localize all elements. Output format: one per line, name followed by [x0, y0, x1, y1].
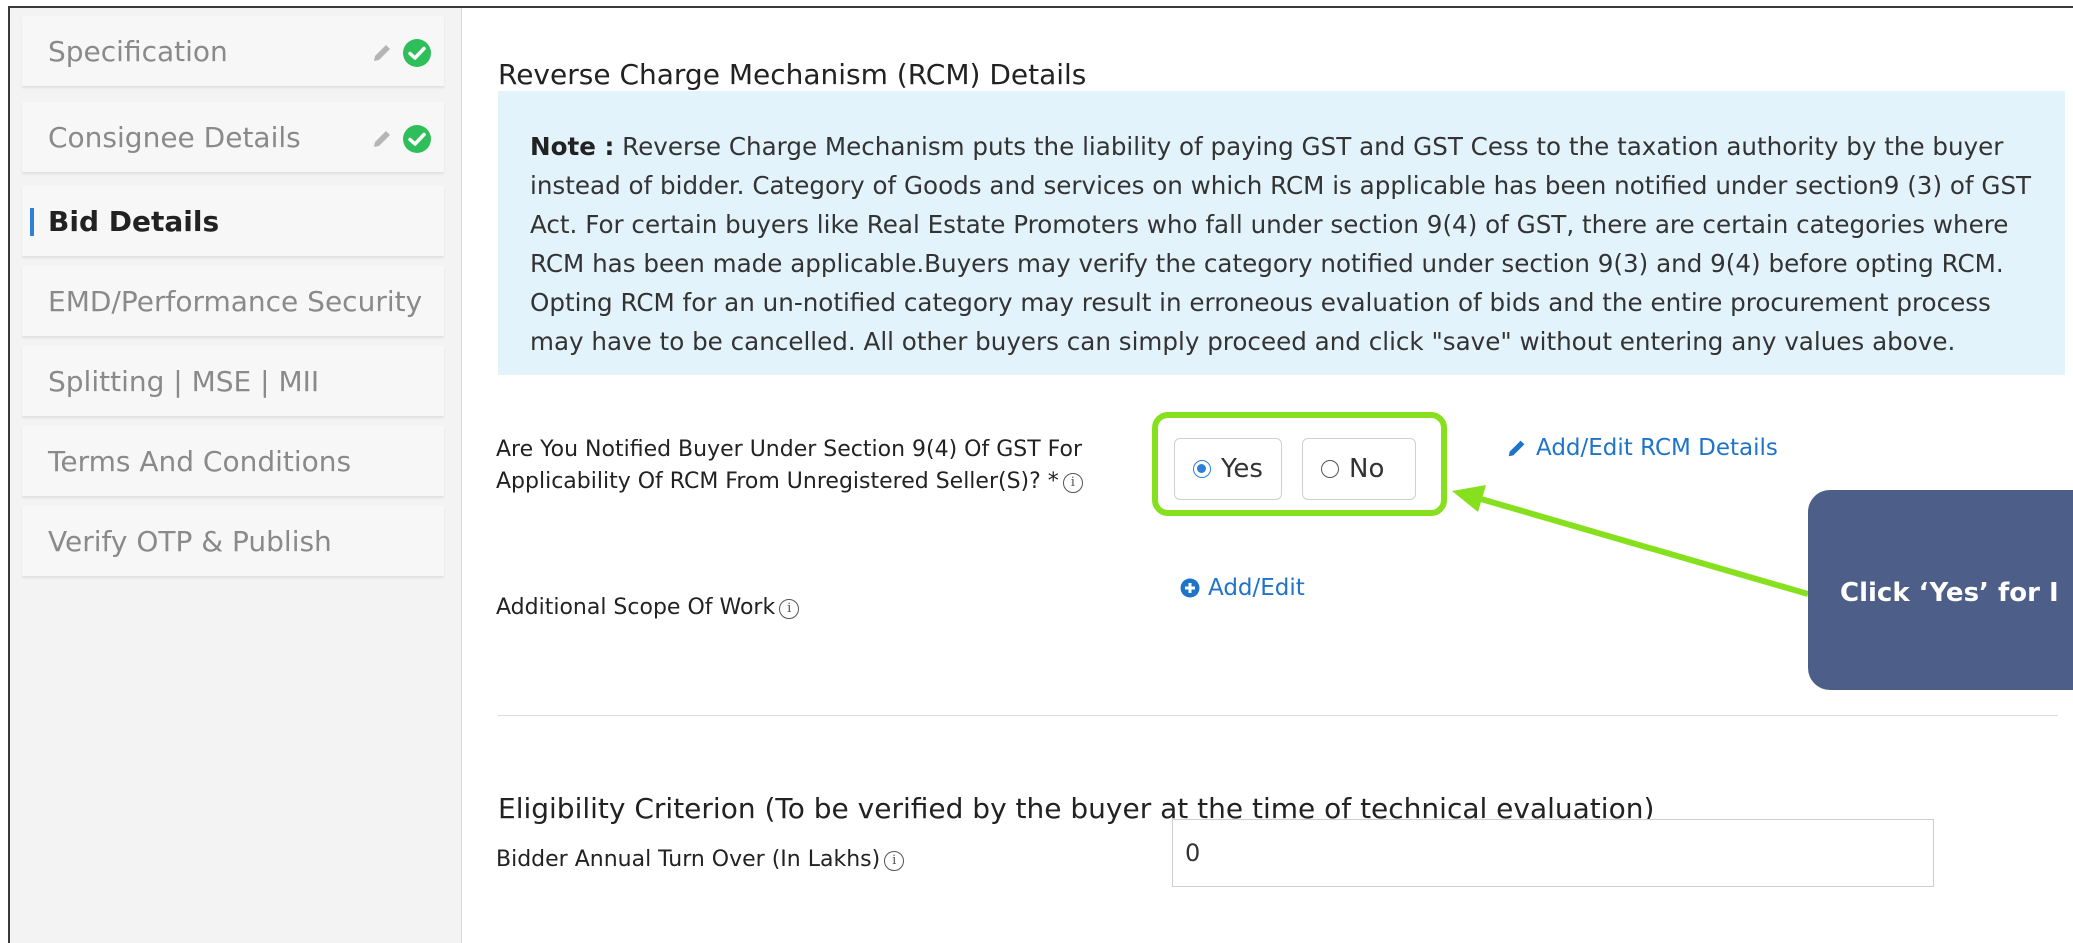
rcm-section-title: Reverse Charge Mechanism (RCM) Details	[498, 58, 1087, 91]
sidebar-item-terms-and-conditions[interactable]: Terms And Conditions	[22, 426, 444, 496]
rcm-radio-group-highlight: Yes No	[1152, 412, 1447, 516]
rcm-no-radio[interactable]: No	[1302, 438, 1416, 500]
add-edit-rcm-details-label: Add/Edit RCM Details	[1536, 435, 1778, 461]
sidebar-item-verify-otp-publish[interactable]: Verify OTP & Publish	[22, 506, 444, 576]
pencil-icon	[1508, 440, 1525, 457]
sidebar-item-splitting-mse-mii[interactable]: Splitting | MSE | MII	[22, 346, 444, 416]
additional-scope-label: Additional Scope Of Work i	[496, 592, 800, 624]
radio-selected-icon	[1193, 460, 1211, 478]
add-edit-rcm-details-link[interactable]: Add/Edit RCM Details	[1506, 435, 1778, 461]
section-divider	[498, 715, 2058, 716]
sidebar-item-consignee-details[interactable]: Consignee Details	[22, 102, 444, 172]
sidebar-item-emd-performance-security[interactable]: EMD/Performance Security	[22, 266, 444, 336]
radio-unselected-icon	[1321, 460, 1339, 478]
sidebar-item-label: EMD/Performance Security	[48, 284, 423, 318]
rcm-no-label: No	[1349, 454, 1385, 484]
check-circle-icon	[403, 39, 431, 67]
rcm-yes-label: Yes	[1221, 454, 1263, 484]
sidebar-item-label: Verify OTP & Publish	[48, 524, 332, 558]
note-label: Note :	[530, 132, 615, 161]
check-circle-icon	[403, 125, 431, 153]
sidebar-item-label: Splitting | MSE | MII	[48, 364, 320, 398]
plus-circle-icon	[1180, 578, 1200, 598]
sidebar-item-label: Consignee Details	[48, 120, 301, 154]
main-content: Reverse Charge Mechanism (RCM) Details N…	[462, 8, 2073, 943]
add-edit-scope-link[interactable]: Add/Edit	[1180, 575, 1305, 601]
instruction-callout: Click ‘Yes’ for I	[1808, 490, 2073, 690]
turnover-input[interactable]	[1172, 819, 1934, 887]
sidebar-item-status	[370, 38, 432, 68]
info-icon[interactable]: i	[884, 851, 905, 871]
pencil-icon[interactable]	[370, 41, 394, 65]
rcm-question-line2: Applicability Of RCM From Unregistered S…	[496, 469, 1059, 494]
rcm-question-label: Are You Notified Buyer Under Section 9(4…	[496, 434, 1083, 498]
sidebar-item-specification[interactable]: Specification	[22, 16, 444, 86]
info-icon[interactable]: i	[779, 599, 800, 619]
sidebar-item-label: Bid Details	[48, 204, 220, 238]
turnover-label: Bidder Annual Turn Over (In Lakhs) i	[496, 844, 905, 876]
rcm-question-line1: Are You Notified Buyer Under Section 9(4…	[496, 437, 1083, 462]
rcm-note-box: Note : Reverse Charge Mechanism puts the…	[498, 91, 2065, 375]
callout-text: Click ‘Yes’ for I	[1840, 578, 2059, 608]
sidebar-item-label: Specification	[48, 34, 228, 68]
pencil-icon[interactable]	[370, 127, 394, 151]
additional-scope-text: Additional Scope Of Work	[496, 595, 776, 620]
turnover-label-text: Bidder Annual Turn Over (In Lakhs)	[496, 847, 881, 872]
sidebar-item-bid-details[interactable]: Bid Details	[22, 186, 444, 256]
sidebar-item-status	[370, 124, 432, 154]
rcm-yes-radio[interactable]: Yes	[1174, 438, 1282, 500]
add-edit-scope-label: Add/Edit	[1208, 575, 1305, 601]
note-text: Reverse Charge Mechanism puts the liabil…	[530, 132, 2032, 356]
info-icon[interactable]: i	[1062, 473, 1083, 493]
sidebar-item-label: Terms And Conditions	[48, 444, 352, 478]
sidebar-nav: Specification Consignee Details Bid Deta…	[10, 8, 462, 943]
